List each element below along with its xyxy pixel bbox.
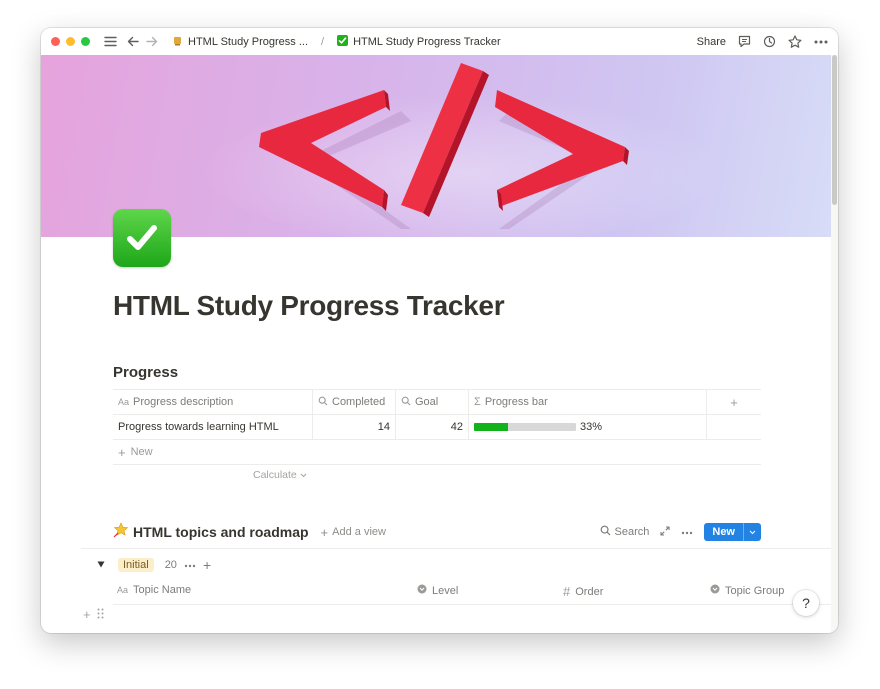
lookup-search-icon: [401, 396, 411, 409]
new-row-label: New: [130, 446, 153, 458]
vertical-scrollbar[interactable]: [831, 55, 838, 633]
plus-icon: +: [118, 444, 126, 460]
goal-cell[interactable]: 42: [396, 415, 469, 439]
breadcrumb-current[interactable]: HTML Study Progress Tracker: [353, 36, 501, 48]
calculate-button[interactable]: Calculate: [253, 469, 307, 481]
add-property-button[interactable]: +: [707, 390, 761, 414]
drag-handle-icon[interactable]: [97, 607, 104, 622]
breadcrumb: HTML Study Progress ... / HTML Study Pro…: [172, 34, 501, 49]
column-label: Progress bar: [484, 396, 548, 408]
progress-percent: 33%: [580, 421, 603, 433]
group-count: 20: [164, 559, 177, 571]
database-title[interactable]: HTML topics and roadmap: [133, 524, 309, 540]
forward-arrow-icon[interactable]: [146, 36, 158, 47]
new-button-label: New: [712, 526, 735, 538]
column-label: Topic Group: [725, 584, 785, 597]
chevron-down-icon[interactable]: [743, 523, 761, 541]
description-cell[interactable]: Progress towards learning HTML: [113, 415, 313, 439]
empty-cell[interactable]: [707, 415, 761, 439]
column-label: Completed: [332, 396, 386, 408]
add-view-label: Add a view: [332, 526, 386, 538]
sidebar-menu-icon[interactable]: [104, 36, 117, 47]
lookup-search-icon: [318, 396, 328, 409]
column-header-description[interactable]: Aa Progress description: [113, 390, 313, 414]
progress-bar-cell[interactable]: 33%: [469, 415, 707, 439]
database-toolbar: Search New: [600, 523, 761, 541]
formula-sigma-icon: Σ: [474, 396, 481, 408]
progress-bar-fill: [474, 423, 508, 431]
breadcrumb-parent[interactable]: HTML Study Progress ...: [188, 36, 308, 48]
chevron-down-icon: [300, 469, 307, 481]
sparkle-star-icon: [113, 521, 129, 543]
column-label: Topic Name: [133, 584, 192, 596]
column-header-topic-group[interactable]: Topic Group: [710, 584, 784, 597]
plus-icon: +: [730, 394, 738, 410]
zoom-window-button[interactable]: [81, 37, 90, 46]
collapse-triangle-icon[interactable]: [97, 559, 105, 571]
group-badge[interactable]: Initial: [118, 558, 154, 572]
column-header-level[interactable]: Level: [417, 584, 458, 597]
column-header-progress-bar[interactable]: Σ Progress bar: [469, 390, 707, 414]
top-bar: HTML Study Progress ... / HTML Study Pro…: [41, 28, 838, 55]
current-page-check-icon: [337, 34, 349, 49]
database-search-button[interactable]: Search: [600, 525, 650, 539]
add-block-icon[interactable]: +: [83, 607, 91, 622]
breadcrumb-separator: /: [321, 35, 325, 48]
minimize-window-button[interactable]: [66, 37, 75, 46]
text-property-icon: Aa: [117, 585, 129, 595]
parent-page-icon: [172, 35, 183, 49]
share-button[interactable]: Share: [697, 36, 726, 48]
group-more-icon[interactable]: [184, 559, 196, 571]
add-view-button[interactable]: + Add a view: [321, 525, 386, 540]
database-header: HTML topics and roadmap + Add a view Sea…: [113, 520, 761, 544]
table-row[interactable]: Progress towards learning HTML 14 42 33%: [113, 415, 761, 440]
search-label: Search: [614, 526, 650, 538]
column-label: Progress description: [133, 396, 234, 408]
group-header: Initial 20 +: [97, 557, 211, 573]
scrollbar-thumb[interactable]: [832, 55, 837, 205]
back-arrow-icon[interactable]: [127, 36, 139, 47]
app-window: HTML Study Progress ... / HTML Study Pro…: [41, 28, 838, 633]
select-property-icon: [417, 584, 427, 597]
window-controls: [51, 37, 90, 46]
expand-arrows-icon[interactable]: [660, 525, 670, 539]
text-property-icon: Aa: [118, 397, 130, 407]
history-clock-icon[interactable]: [763, 35, 776, 48]
progress-table: Aa Progress description Completed Goal Σ…: [113, 389, 761, 465]
group-add-icon[interactable]: +: [203, 557, 211, 573]
select-property-icon: [710, 584, 720, 597]
more-options-icon[interactable]: [814, 40, 828, 44]
column-divider: [113, 604, 831, 605]
database-divider: [81, 548, 831, 549]
comment-icon[interactable]: [738, 35, 751, 48]
favorite-star-icon[interactable]: [788, 35, 802, 48]
topbar-actions: Share: [697, 35, 828, 48]
column-label: Goal: [415, 396, 439, 408]
number-hash-icon: #: [563, 584, 571, 599]
add-new-row-button[interactable]: + New: [113, 440, 761, 465]
block-gutter: +: [83, 607, 104, 622]
page-check-icon[interactable]: [113, 209, 171, 267]
progress-heading[interactable]: Progress: [113, 364, 178, 381]
progress-bar: [474, 423, 576, 431]
table-header-row: Aa Progress description Completed Goal Σ…: [113, 389, 761, 415]
column-header-topic-name[interactable]: Aa Topic Name: [117, 584, 191, 596]
new-entry-button[interactable]: New: [704, 523, 761, 541]
help-button[interactable]: ?: [793, 590, 819, 616]
search-icon: [600, 525, 611, 539]
calculate-label: Calculate: [253, 469, 297, 481]
column-header-order[interactable]: # Order: [563, 584, 603, 599]
column-label: Order: [575, 585, 604, 598]
column-header-goal[interactable]: Goal: [396, 390, 469, 414]
column-label: Level: [432, 584, 459, 597]
page-title[interactable]: HTML Study Progress Tracker: [113, 290, 505, 322]
plus-icon: +: [320, 524, 329, 540]
database-more-icon[interactable]: [681, 526, 693, 538]
column-header-completed[interactable]: Completed: [313, 390, 396, 414]
completed-cell[interactable]: 14: [313, 415, 396, 439]
close-window-button[interactable]: [51, 37, 60, 46]
